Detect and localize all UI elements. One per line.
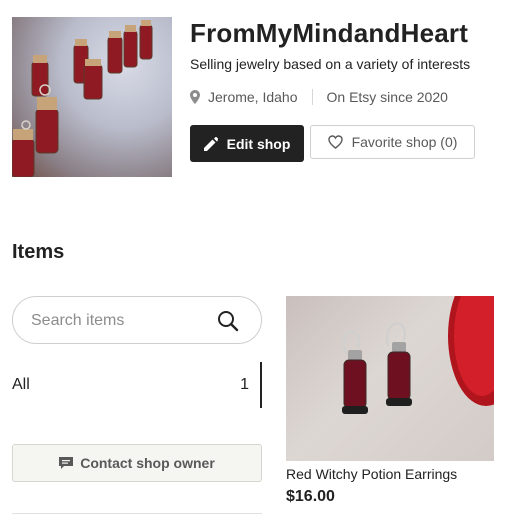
active-section-indicator xyxy=(260,362,262,408)
pencil-icon xyxy=(203,136,218,151)
items-heading: Items xyxy=(12,241,65,263)
listing-image xyxy=(286,296,494,461)
shop-location: Jerome, Idaho xyxy=(208,89,298,105)
listing-price: $16.00 xyxy=(286,488,335,505)
favorite-shop-button[interactable]: Favorite shop (0) xyxy=(310,125,475,159)
shop-tagline: Selling jewelry based on a variety of in… xyxy=(190,56,471,72)
section-divider xyxy=(12,513,262,514)
section-label: All xyxy=(12,376,30,393)
shop-meta: Jerome, Idaho On Etsy since 2020 xyxy=(190,88,448,106)
listing-card[interactable]: Red Witchy Potion Earrings $16.00 xyxy=(286,296,494,516)
search-icon[interactable] xyxy=(216,309,240,338)
shop-since: On Etsy since 2020 xyxy=(326,89,448,105)
heart-icon xyxy=(327,135,343,149)
shop-name: FromMyMindandHeart xyxy=(190,18,469,48)
edit-shop-button[interactable]: Edit shop xyxy=(190,125,304,162)
message-icon xyxy=(59,456,74,469)
favorite-shop-label: Favorite shop (0) xyxy=(351,134,458,150)
listing-title: Red Witchy Potion Earrings xyxy=(286,466,458,482)
location-pin-icon xyxy=(190,90,200,104)
meta-divider xyxy=(311,89,313,105)
shop-icon-image xyxy=(12,17,172,177)
edit-shop-label: Edit shop xyxy=(226,135,291,152)
contact-shop-owner-label: Contact shop owner xyxy=(80,455,215,471)
search-box xyxy=(12,296,262,344)
section-count: 1 xyxy=(240,376,249,393)
contact-shop-owner-button[interactable]: Contact shop owner xyxy=(12,444,262,482)
search-input[interactable] xyxy=(31,309,211,333)
section-item-all[interactable]: All 1 xyxy=(12,362,262,408)
